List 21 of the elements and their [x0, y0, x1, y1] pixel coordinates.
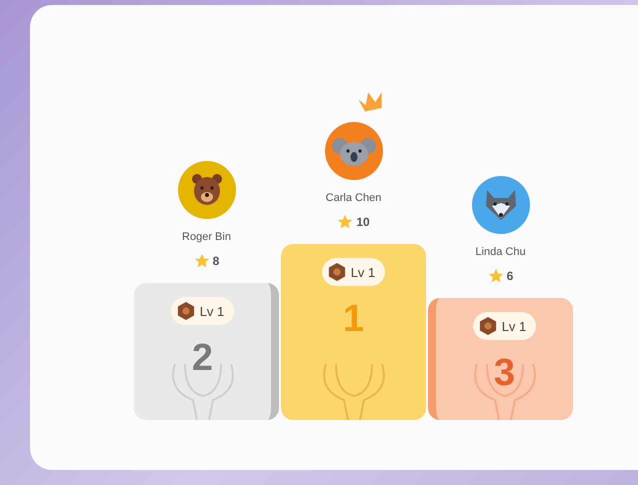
- rank-number: 1: [342, 298, 364, 341]
- player-name: Linda Chu: [475, 246, 526, 258]
- rank-number: 3: [494, 352, 516, 395]
- medal-icon: [328, 262, 346, 282]
- score-value: 8: [212, 254, 220, 268]
- player-name: Roger Bin: [182, 231, 231, 243]
- rank-number: 2: [192, 337, 214, 380]
- star-icon: [488, 268, 504, 284]
- star-icon: [337, 214, 354, 230]
- score-value: 10: [356, 215, 370, 229]
- player-name: Carla Chen: [326, 192, 382, 204]
- koala-avatar-icon: [324, 122, 382, 180]
- bear-avatar-icon: [178, 161, 236, 219]
- score-value: 6: [506, 269, 514, 283]
- level-label: Lv 1: [200, 304, 224, 318]
- level-label: Lv 1: [502, 318, 526, 334]
- star-icon: [194, 253, 210, 269]
- level-label: Lv 1: [350, 264, 376, 280]
- medal-icon: [176, 301, 195, 321]
- wolf-avatar-icon: [472, 176, 530, 234]
- medal-icon: [478, 316, 497, 336]
